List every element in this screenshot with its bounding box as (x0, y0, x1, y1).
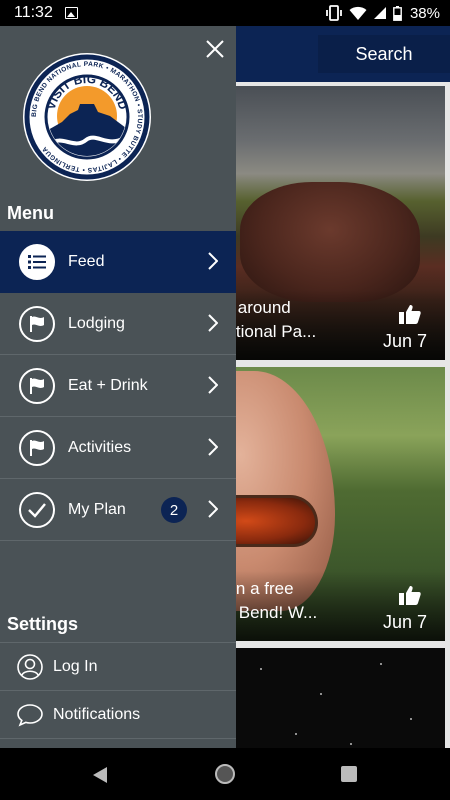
check-icon (19, 491, 55, 528)
settings-list: Log In Notifications (0, 642, 236, 739)
recent-apps-icon[interactable] (341, 766, 357, 782)
home-icon[interactable] (215, 764, 235, 784)
menu-heading: Menu (7, 203, 54, 223)
cellular-icon (373, 7, 386, 19)
close-icon[interactable] (204, 38, 226, 60)
status-bar: 11:32 38% (0, 0, 450, 26)
card-photo (240, 182, 420, 302)
menu-item-label: Lodging (68, 314, 125, 332)
battery-percent: 38% (409, 4, 440, 22)
navigation-drawer: BIG BEND NATIONAL PARK • MARATHON • STUD… (0, 26, 236, 748)
image-notification-icon (64, 7, 78, 19)
card-caption-overlay: u won a free t Big Bend! W... Jun 7 (200, 571, 445, 641)
star (410, 718, 412, 720)
star (380, 663, 382, 665)
chevron-right-icon (208, 438, 218, 456)
settings-item-notifications[interactable]: Notifications (0, 691, 236, 739)
system-nav-bar (0, 748, 450, 800)
star (350, 743, 352, 745)
chevron-right-icon (208, 252, 218, 270)
settings-item-log-in[interactable]: Log In (0, 643, 236, 691)
menu-item-label: Eat + Drink (68, 376, 148, 394)
flag-icon (19, 305, 55, 342)
menu-item-lodging[interactable]: Lodging (0, 293, 236, 355)
settings-heading: Settings (7, 614, 79, 634)
card-date: Jun 7 (382, 331, 427, 351)
visit-big-bend-logo[interactable]: BIG BEND NATIONAL PARK • MARATHON • STUD… (22, 52, 152, 182)
chevron-right-icon (208, 376, 218, 394)
wifi-icon (349, 6, 367, 20)
menu-item-label: Activities (68, 438, 132, 456)
menu-item-label: Feed (68, 252, 105, 270)
flag-icon (19, 429, 55, 466)
menu-item-label: My Plan (68, 500, 126, 518)
chat-bubble-icon (17, 703, 43, 727)
chevron-right-icon (208, 314, 218, 332)
star (320, 693, 322, 695)
search-button[interactable]: Search (318, 35, 450, 73)
thumbs-up-icon[interactable] (399, 585, 421, 605)
menu-item-eat-drink[interactable]: Eat + Drink (0, 355, 236, 417)
user-icon (17, 653, 43, 680)
card-caption-overlay: ures around d National Pa... Jun 7 (200, 290, 445, 360)
settings-item-label: Notifications (53, 705, 141, 723)
card-date: Jun 7 (382, 612, 427, 632)
feed-card[interactable] (200, 648, 445, 748)
menu-item-my-plan[interactable]: My Plan 2 (0, 479, 236, 541)
status-time: 11:32 (14, 4, 53, 21)
back-icon[interactable] (92, 766, 108, 784)
battery-icon (393, 5, 402, 21)
settings-item-label: Log In (53, 657, 98, 675)
thumbs-up-icon[interactable] (399, 304, 421, 324)
vibrate-icon (326, 5, 342, 21)
menu-list: Feed Lodging Eat + Drink Activities My P… (0, 231, 236, 541)
plan-count-badge: 2 (161, 497, 187, 523)
star (295, 733, 297, 735)
feed-card[interactable]: ures around d National Pa... Jun 7 (200, 86, 445, 360)
chevron-right-icon (208, 500, 218, 518)
menu-item-feed[interactable]: Feed (0, 231, 236, 293)
menu-item-activities[interactable]: Activities (0, 417, 236, 479)
feed-card[interactable]: u won a free t Big Bend! W... Jun 7 (200, 367, 445, 641)
flag-icon (19, 367, 55, 404)
star (260, 668, 262, 670)
list-icon (19, 243, 55, 280)
